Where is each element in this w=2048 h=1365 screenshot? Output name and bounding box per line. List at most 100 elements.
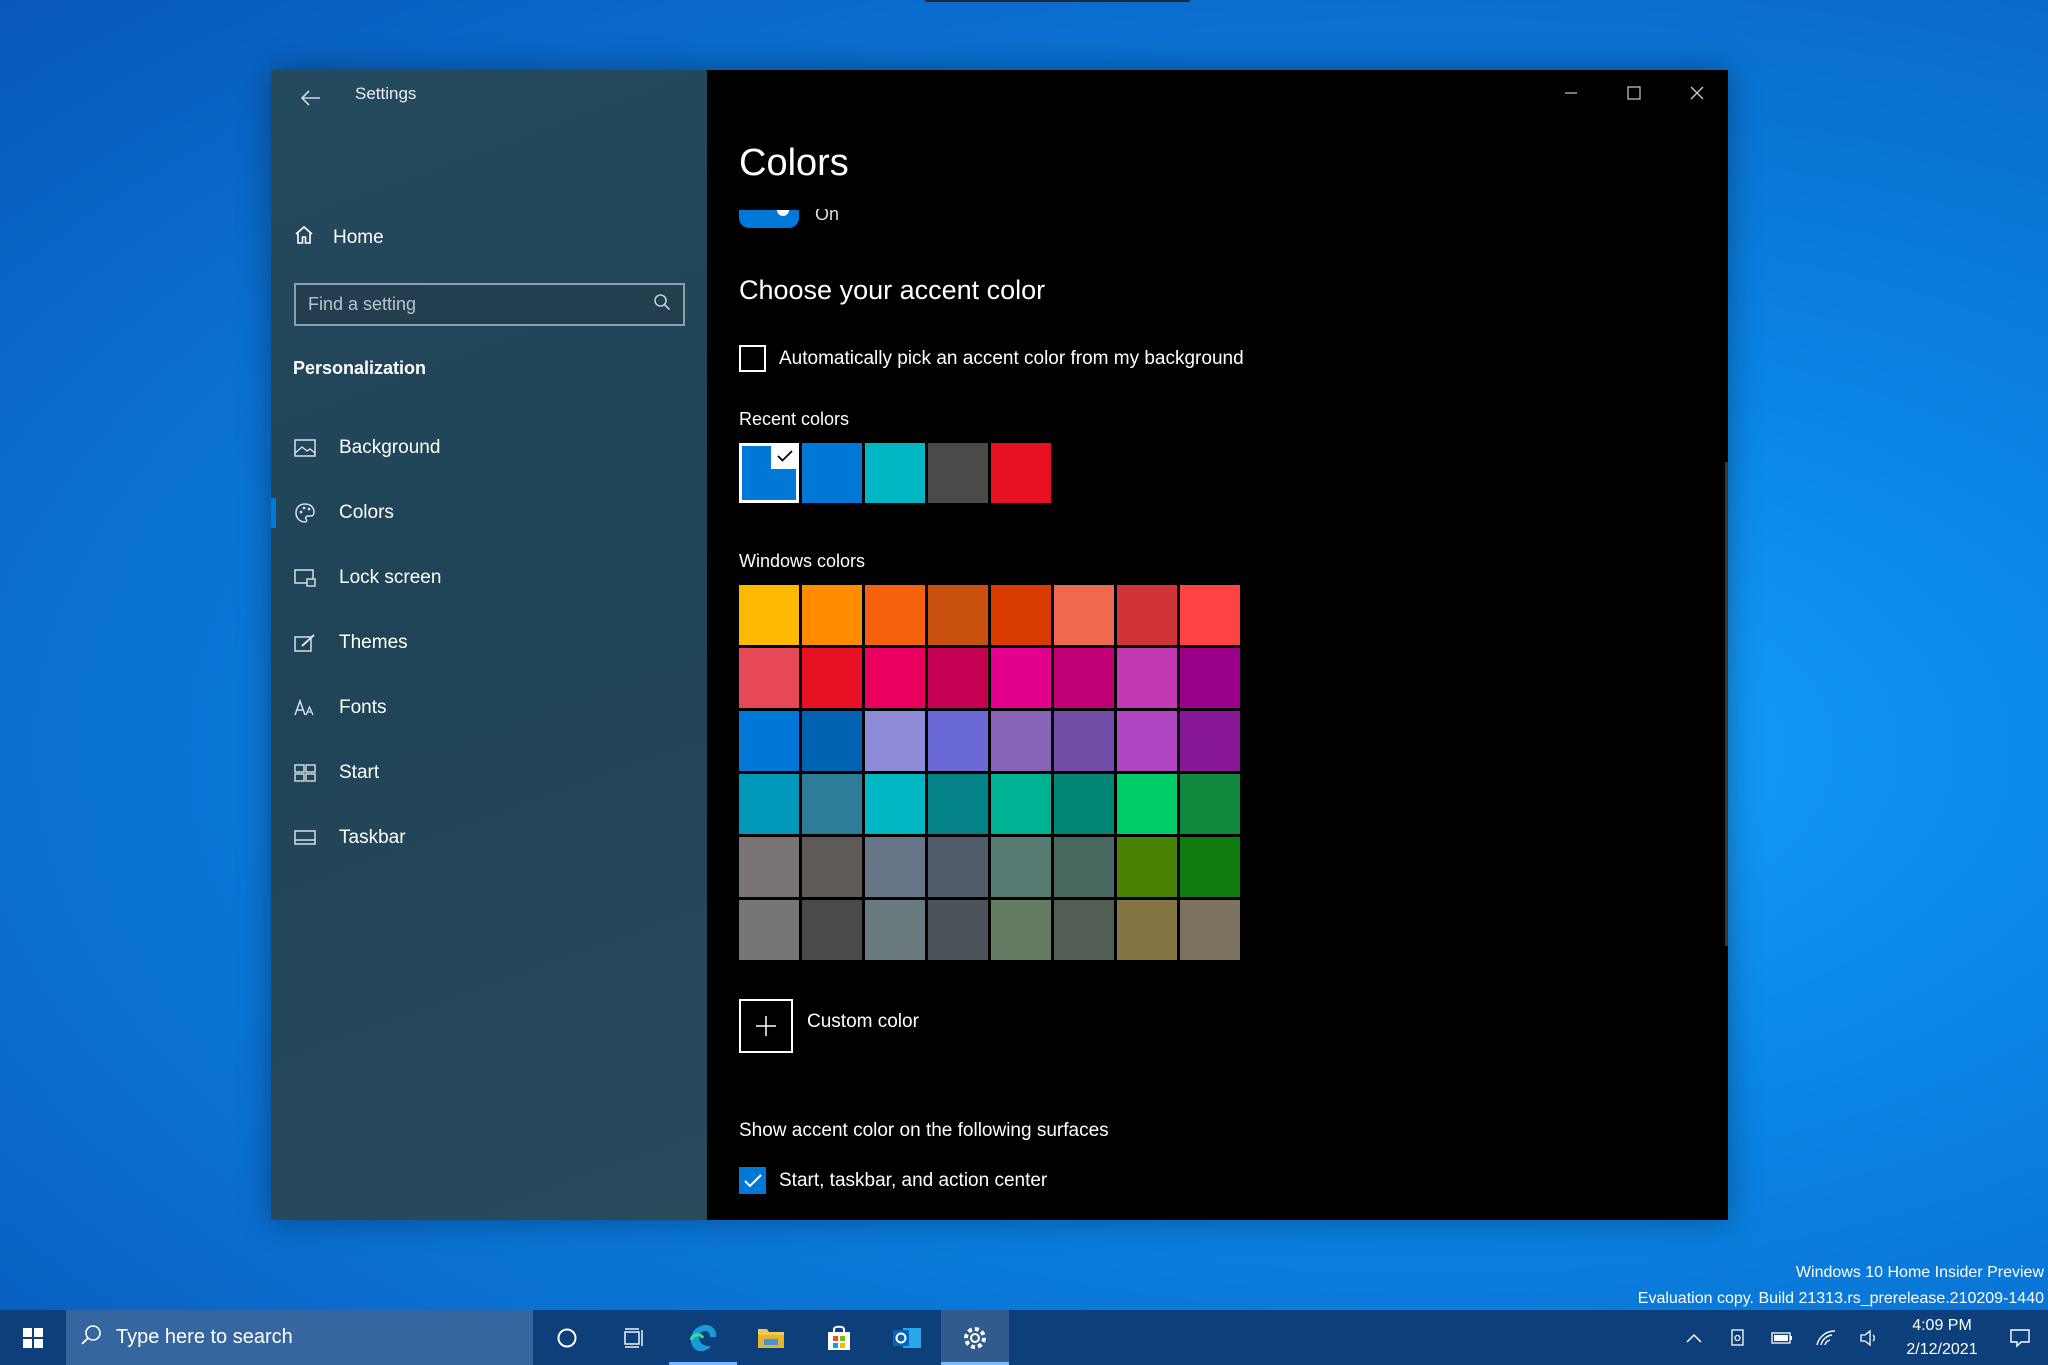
toggle-switch[interactable] bbox=[739, 210, 799, 228]
taskbar-search[interactable] bbox=[66, 1310, 533, 1365]
recent-color-swatch[interactable] bbox=[802, 443, 862, 503]
device-icon[interactable] bbox=[1716, 1310, 1760, 1365]
windows-color-swatch[interactable] bbox=[865, 711, 925, 771]
windows-color-swatch[interactable] bbox=[802, 900, 862, 960]
checkmark-icon bbox=[771, 443, 799, 469]
settings-gear-icon[interactable] bbox=[941, 1310, 1009, 1365]
volume-icon[interactable] bbox=[1848, 1310, 1892, 1365]
custom-color-button[interactable]: Custom color bbox=[739, 999, 919, 1053]
windows-color-swatch[interactable] bbox=[1054, 711, 1114, 771]
windows-color-swatch[interactable] bbox=[1117, 585, 1177, 645]
clock-date: 2/12/2021 bbox=[1906, 1340, 1978, 1358]
cortana-icon[interactable] bbox=[533, 1310, 601, 1365]
windows-color-swatch[interactable] bbox=[1117, 900, 1177, 960]
action-center-icon[interactable] bbox=[1992, 1310, 2048, 1365]
windows-color-swatch[interactable] bbox=[865, 774, 925, 834]
windows-color-swatch[interactable] bbox=[991, 585, 1051, 645]
windows-color-swatch[interactable] bbox=[739, 648, 799, 708]
search-input[interactable] bbox=[308, 294, 653, 315]
store-icon[interactable] bbox=[805, 1310, 873, 1365]
windows-color-swatch[interactable] bbox=[928, 774, 988, 834]
windows-color-swatch[interactable] bbox=[1117, 837, 1177, 897]
taskbar-search-input[interactable] bbox=[116, 1326, 496, 1349]
task-view-icon[interactable] bbox=[601, 1310, 669, 1365]
windows-color-swatch[interactable] bbox=[865, 900, 925, 960]
windows-color-swatch[interactable] bbox=[928, 837, 988, 897]
windows-color-swatch[interactable] bbox=[1054, 837, 1114, 897]
plus-icon[interactable] bbox=[739, 999, 793, 1053]
windows-color-swatch[interactable] bbox=[739, 585, 799, 645]
windows-color-swatch[interactable] bbox=[739, 900, 799, 960]
sidebar-item-start[interactable]: Start bbox=[271, 740, 707, 805]
search-box[interactable] bbox=[294, 283, 685, 326]
windows-color-swatch[interactable] bbox=[1180, 711, 1240, 771]
sidebar-item-background[interactable]: Background bbox=[271, 415, 707, 480]
windows-start-icon[interactable] bbox=[0, 1310, 66, 1365]
recent-color-swatch[interactable] bbox=[991, 443, 1051, 503]
windows-color-swatch[interactable] bbox=[1054, 585, 1114, 645]
windows-color-swatch[interactable] bbox=[1180, 585, 1240, 645]
windows-color-swatch[interactable] bbox=[1180, 774, 1240, 834]
close-icon[interactable] bbox=[1665, 70, 1728, 116]
maximize-icon[interactable] bbox=[1602, 70, 1665, 116]
windows-colors-grid bbox=[739, 585, 1240, 960]
sidebar-item-themes[interactable]: Themes bbox=[271, 610, 707, 675]
search-icon[interactable] bbox=[653, 293, 671, 316]
sidebar-item-label: Lock screen bbox=[339, 566, 442, 588]
windows-color-swatch[interactable] bbox=[802, 648, 862, 708]
sidebar-item-colors[interactable]: Colors bbox=[271, 480, 707, 545]
chevron-up-icon[interactable] bbox=[1672, 1310, 1716, 1365]
sidebar-item-taskbar[interactable]: Taskbar bbox=[271, 805, 707, 870]
sidebar-item-label: Fonts bbox=[339, 696, 387, 718]
recent-color-swatch[interactable] bbox=[928, 443, 988, 503]
edge-icon[interactable] bbox=[669, 1310, 737, 1365]
windows-color-swatch[interactable] bbox=[991, 900, 1051, 960]
windows-color-swatch[interactable] bbox=[1180, 900, 1240, 960]
battery-icon[interactable] bbox=[1760, 1310, 1804, 1365]
windows-color-swatch[interactable] bbox=[865, 648, 925, 708]
search-icon bbox=[80, 1324, 102, 1352]
windows-color-swatch[interactable] bbox=[865, 837, 925, 897]
file-explorer-icon[interactable] bbox=[737, 1310, 805, 1365]
scrollbar[interactable] bbox=[1725, 462, 1728, 946]
wifi-icon[interactable] bbox=[1804, 1310, 1848, 1365]
windows-color-swatch[interactable] bbox=[991, 837, 1051, 897]
windows-color-swatch[interactable] bbox=[928, 900, 988, 960]
windows-color-swatch[interactable] bbox=[865, 585, 925, 645]
clock[interactable]: 4:09 PM 2/12/2021 bbox=[1892, 1314, 1992, 1362]
windows-color-swatch[interactable] bbox=[928, 711, 988, 771]
windows-color-swatch[interactable] bbox=[739, 837, 799, 897]
recent-color-swatch[interactable] bbox=[739, 443, 799, 503]
back-arrow-icon[interactable] bbox=[293, 80, 329, 116]
auto-pick-checkbox[interactable] bbox=[739, 345, 766, 372]
windows-color-swatch[interactable] bbox=[1054, 774, 1114, 834]
recent-color-swatch[interactable] bbox=[865, 443, 925, 503]
windows-color-swatch[interactable] bbox=[1117, 648, 1177, 708]
auto-pick-row[interactable]: Automatically pick an accent color from … bbox=[739, 345, 1244, 372]
windows-color-swatch[interactable] bbox=[802, 585, 862, 645]
minimize-icon[interactable] bbox=[1539, 70, 1602, 116]
windows-color-swatch[interactable] bbox=[802, 837, 862, 897]
windows-color-swatch[interactable] bbox=[739, 774, 799, 834]
sidebar-item-lock-screen[interactable]: Lock screen bbox=[271, 545, 707, 610]
surfaces-option-row[interactable]: Start, taskbar, and action center bbox=[739, 1167, 1047, 1194]
windows-color-swatch[interactable] bbox=[802, 711, 862, 771]
windows-color-swatch[interactable] bbox=[928, 585, 988, 645]
outlook-icon[interactable] bbox=[873, 1310, 941, 1365]
windows-color-swatch[interactable] bbox=[1180, 648, 1240, 708]
windows-color-swatch[interactable] bbox=[991, 648, 1051, 708]
windows-color-swatch[interactable] bbox=[802, 774, 862, 834]
windows-color-swatch[interactable] bbox=[1054, 900, 1114, 960]
windows-color-swatch[interactable] bbox=[991, 774, 1051, 834]
surfaces-checkbox[interactable] bbox=[739, 1167, 766, 1194]
windows-color-swatch[interactable] bbox=[739, 711, 799, 771]
windows-color-swatch[interactable] bbox=[1180, 837, 1240, 897]
home-nav-item[interactable]: Home bbox=[293, 224, 384, 252]
windows-color-swatch[interactable] bbox=[1054, 648, 1114, 708]
windows-color-swatch[interactable] bbox=[928, 648, 988, 708]
windows-color-swatch[interactable] bbox=[991, 711, 1051, 771]
taskbar-icon bbox=[293, 826, 317, 850]
windows-color-swatch[interactable] bbox=[1117, 711, 1177, 771]
sidebar-item-fonts[interactable]: Fonts bbox=[271, 675, 707, 740]
windows-color-swatch[interactable] bbox=[1117, 774, 1177, 834]
